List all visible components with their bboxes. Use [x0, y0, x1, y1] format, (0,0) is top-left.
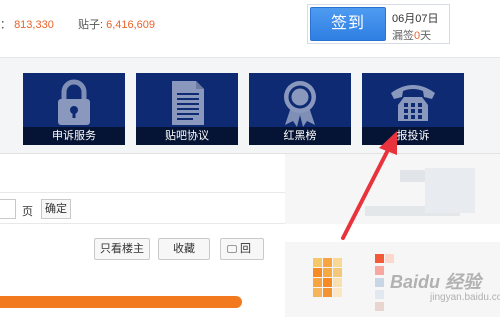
red-arrow-annotation [341, 131, 397, 240]
